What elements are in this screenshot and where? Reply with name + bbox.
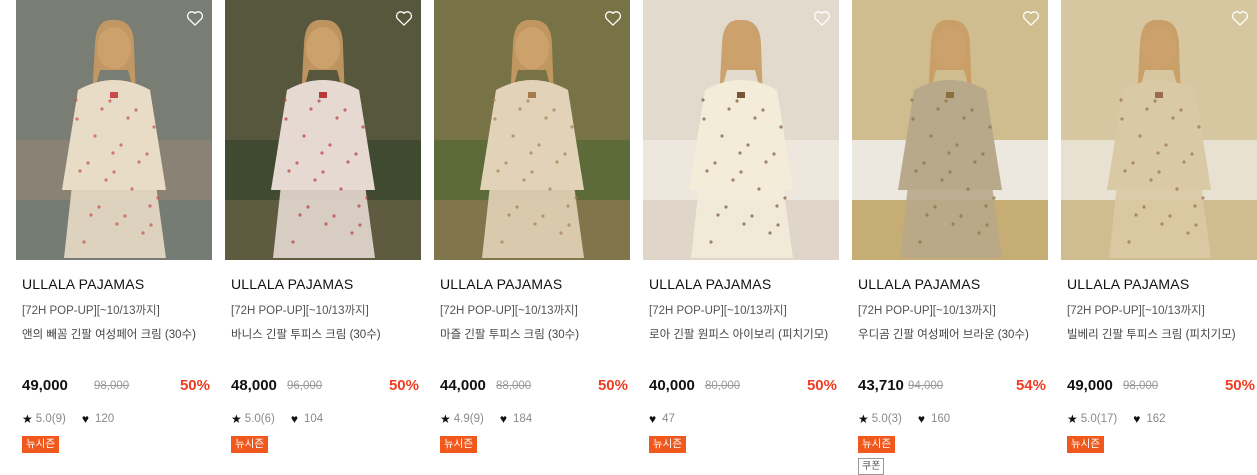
- discount-rate: 50%: [388, 377, 419, 394]
- new-season-badge: 뉴시즌: [440, 436, 477, 453]
- heart-filled-icon: ♥: [499, 412, 507, 426]
- original-price: 94,000: [908, 380, 944, 392]
- rating-text: 5.0(9): [35, 413, 66, 425]
- new-season-badge: 뉴시즌: [1067, 436, 1104, 453]
- product-card[interactable]: ULLALA PAJAMAS [72H POP-UP][~10/13까지] 빌베리 …: [1061, 0, 1257, 475]
- product-card[interactable]: ULLALA PAJAMAS [72H POP-UP][~10/13까지] 마즐 긴…: [434, 0, 630, 475]
- rating-text: 5.0(3): [871, 413, 902, 425]
- star-icon: ★: [1067, 412, 1078, 426]
- star-icon: ★: [858, 412, 869, 426]
- brand-name[interactable]: ULLALA PAJAMAS: [1067, 276, 1189, 292]
- product-name[interactable]: 바니스 긴팔 투피스 크림 (30수): [231, 326, 381, 342]
- promo-label: [72H POP-UP][~10/13까지]: [440, 305, 578, 317]
- promo-label: [72H POP-UP][~10/13까지]: [649, 305, 787, 317]
- brand-name[interactable]: ULLALA PAJAMAS: [649, 276, 771, 292]
- product-card[interactable]: ULLALA PAJAMAS [72H POP-UP][~10/13까지] 우디곰 …: [852, 0, 1048, 475]
- like-count: 120: [94, 413, 115, 425]
- brand-name[interactable]: ULLALA PAJAMAS: [231, 276, 353, 292]
- sale-price: 43,710: [858, 377, 904, 394]
- like-count: 184: [512, 413, 533, 425]
- sale-price: 40,000: [649, 377, 695, 394]
- star-icon: ★: [231, 412, 242, 426]
- sale-price: 49,000: [22, 377, 68, 394]
- product-card[interactable]: ULLALA PAJAMAS [72H POP-UP][~10/13까지] 로아 긴…: [643, 0, 839, 475]
- new-season-badge: 뉴시즌: [649, 436, 686, 453]
- product-image[interactable]: [225, 0, 421, 260]
- like-count: 104: [303, 413, 324, 425]
- original-price: 80,000: [705, 380, 741, 392]
- promo-label: [72H POP-UP][~10/13까지]: [858, 305, 996, 317]
- review-like-meta: ★ 4.9(9) ♥ 184: [440, 412, 532, 426]
- coupon-badge: 쿠폰: [858, 458, 885, 475]
- sale-price: 49,000: [1067, 377, 1113, 394]
- heart-filled-icon: ♥: [81, 412, 89, 426]
- discount-rate: 54%: [1015, 377, 1046, 394]
- product-card[interactable]: ULLALA PAJAMAS [72H POP-UP][~10/13까지] 바니스 …: [225, 0, 421, 475]
- new-season-badge: 뉴시즌: [858, 436, 895, 453]
- wishlist-heart-icon[interactable]: [603, 8, 623, 28]
- heart-filled-icon: ♥: [649, 412, 657, 426]
- product-name[interactable]: 빌베리 긴팔 투피스 크림 (피치기모): [1067, 326, 1236, 342]
- star-icon: ★: [440, 412, 451, 426]
- product-grid: ULLALA PAJAMAS [72H POP-UP][~10/13까지] 앤의 빼…: [0, 0, 1257, 475]
- review-like-meta: ★ 5.0(3) ♥ 160: [858, 412, 950, 426]
- wishlist-heart-icon[interactable]: [1230, 8, 1250, 28]
- brand-name[interactable]: ULLALA PAJAMAS: [440, 276, 562, 292]
- rating-text: 5.0(6): [244, 413, 275, 425]
- new-season-badge: 뉴시즌: [231, 436, 268, 453]
- like-count: 162: [1146, 413, 1166, 425]
- brand-name[interactable]: ULLALA PAJAMAS: [22, 276, 144, 292]
- promo-label: [72H POP-UP][~10/13까지]: [1067, 305, 1205, 317]
- review-like-meta: ★ 5.0(17) ♥ 162: [1067, 412, 1166, 426]
- brand-name[interactable]: ULLALA PAJAMAS: [858, 276, 980, 292]
- review-like-meta: ★ 5.0(9) ♥ 120: [22, 412, 114, 426]
- original-price: 98,000: [94, 380, 130, 392]
- like-count: 160: [930, 413, 951, 425]
- sale-price: 48,000: [231, 377, 277, 394]
- product-name[interactable]: 로아 긴팔 원피스 아이보리 (피치기모): [649, 326, 828, 342]
- promo-label: [72H POP-UP][~10/13까지]: [22, 305, 160, 317]
- product-name[interactable]: 마즐 긴팔 투피스 크림 (30수): [440, 326, 579, 342]
- discount-rate: 50%: [806, 377, 837, 394]
- original-price: 98,000: [1123, 380, 1159, 392]
- review-like-meta: ♥ 47: [649, 412, 675, 426]
- like-count: 47: [662, 413, 675, 425]
- rating-text: 5.0(17): [1080, 413, 1118, 425]
- original-price: 96,000: [287, 380, 323, 392]
- discount-rate: 50%: [1224, 377, 1255, 394]
- wishlist-heart-icon[interactable]: [1021, 8, 1041, 28]
- review-like-meta: ★ 5.0(6) ♥ 104: [231, 412, 323, 426]
- product-image[interactable]: [16, 0, 212, 260]
- rating-text: 4.9(9): [453, 413, 484, 425]
- heart-filled-icon: ♥: [917, 412, 925, 426]
- promo-label: [72H POP-UP][~10/13까지]: [231, 305, 369, 317]
- product-image[interactable]: [852, 0, 1048, 260]
- heart-filled-icon: ♥: [290, 412, 298, 426]
- product-image[interactable]: [434, 0, 630, 260]
- product-image[interactable]: [643, 0, 839, 260]
- product-image[interactable]: [1061, 0, 1257, 260]
- new-season-badge: 뉴시즌: [22, 436, 59, 453]
- wishlist-heart-icon[interactable]: [185, 8, 205, 28]
- product-name[interactable]: 우디곰 긴팔 여성페어 브라운 (30수): [858, 326, 1029, 342]
- sale-price: 44,000: [440, 377, 486, 394]
- product-name[interactable]: 앤의 빼꼼 긴팔 여성페어 크림 (30수): [22, 326, 196, 342]
- discount-rate: 50%: [597, 377, 628, 394]
- original-price: 88,000: [496, 380, 532, 392]
- wishlist-heart-icon[interactable]: [812, 8, 832, 28]
- discount-rate: 50%: [179, 377, 210, 394]
- heart-filled-icon: ♥: [1133, 412, 1141, 426]
- star-icon: ★: [22, 412, 33, 426]
- product-card[interactable]: ULLALA PAJAMAS [72H POP-UP][~10/13까지] 앤의 빼…: [16, 0, 212, 475]
- wishlist-heart-icon[interactable]: [394, 8, 414, 28]
